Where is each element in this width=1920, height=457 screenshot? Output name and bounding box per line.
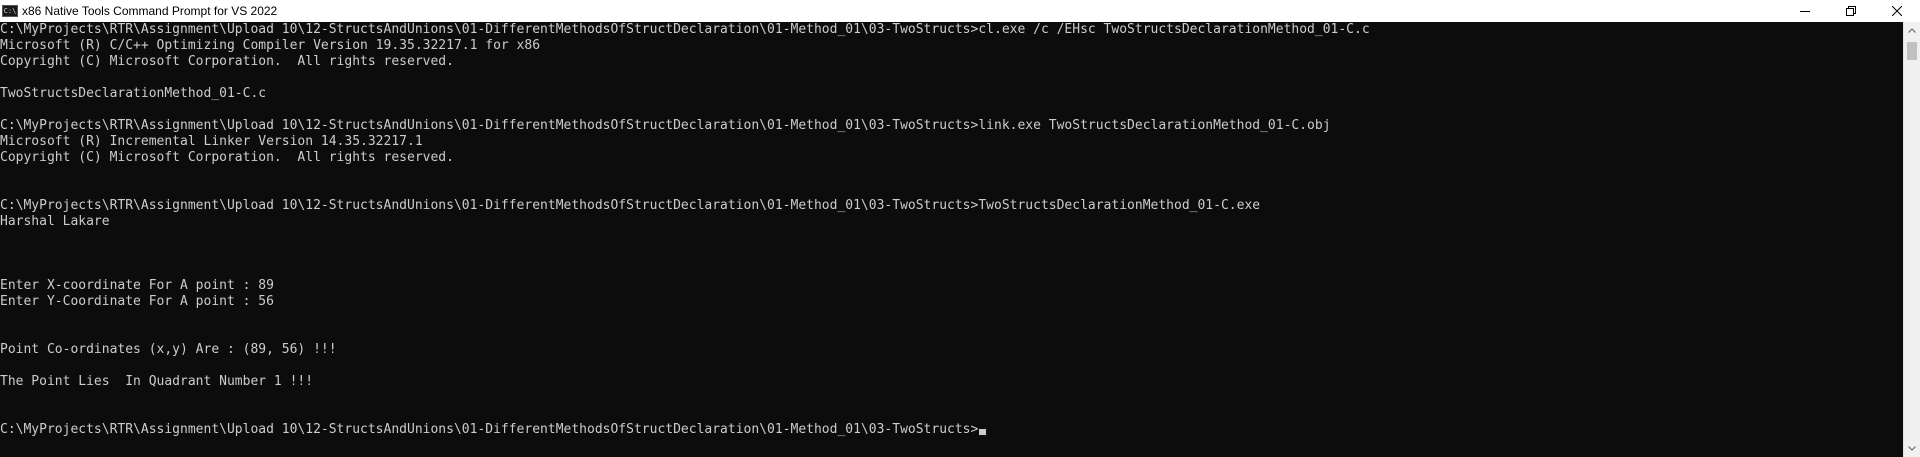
scroll-down-button[interactable] bbox=[1904, 440, 1920, 457]
restore-icon bbox=[1846, 6, 1856, 16]
chevron-up-icon bbox=[1908, 28, 1916, 33]
window-title: x86 Native Tools Command Prompt for VS 2… bbox=[22, 4, 278, 18]
vertical-scrollbar[interactable] bbox=[1903, 22, 1920, 457]
console-line: The Point Lies In Quadrant Number 1 !!! bbox=[0, 374, 1902, 390]
title-bar[interactable]: C:\ x86 Native Tools Command Prompt for … bbox=[0, 0, 1920, 22]
minimize-icon bbox=[1800, 11, 1810, 12]
console-line: Copyright (C) Microsoft Corporation. All… bbox=[0, 150, 1902, 166]
text-cursor bbox=[979, 429, 987, 435]
command-prompt-icon: C:\ bbox=[2, 5, 18, 17]
console-line: Enter X-coordinate For A point : 89 bbox=[0, 278, 1902, 294]
console-line-text: Microsoft (R) C/C++ Optimizing Compiler … bbox=[0, 38, 541, 53]
console-line: Point Co-ordinates (x,y) Are : (89, 56) … bbox=[0, 342, 1902, 358]
console-line: C:\MyProjects\RTR\Assignment\Upload 10\1… bbox=[0, 422, 1902, 438]
scroll-thumb[interactable] bbox=[1907, 42, 1917, 60]
console-line-text: C:\MyProjects\RTR\Assignment\Upload 10\1… bbox=[0, 198, 1261, 213]
console-line-text: Harshal Lakare bbox=[0, 214, 110, 229]
scroll-up-button[interactable] bbox=[1904, 22, 1920, 39]
console-line: Enter Y-Coordinate For A point : 56 bbox=[0, 294, 1902, 310]
console-line: C:\MyProjects\RTR\Assignment\Upload 10\1… bbox=[0, 198, 1902, 214]
console-line: Harshal Lakare bbox=[0, 214, 1902, 230]
console-line-text: C:\MyProjects\RTR\Assignment\Upload 10\1… bbox=[0, 22, 1370, 37]
close-icon bbox=[1892, 6, 1902, 16]
console-line-text: Microsoft (R) Incremental Linker Version… bbox=[0, 134, 423, 149]
console-line-text: Copyright (C) Microsoft Corporation. All… bbox=[0, 150, 454, 165]
console-line: C:\MyProjects\RTR\Assignment\Upload 10\1… bbox=[0, 22, 1902, 38]
console-line-text: Point Co-ordinates (x,y) Are : (89, 56) … bbox=[0, 342, 337, 357]
window-controls bbox=[1782, 0, 1920, 22]
console-line-text: TwoStructsDeclarationMethod_01-C.c bbox=[0, 86, 267, 101]
console-line-text: C:\MyProjects\RTR\Assignment\Upload 10\1… bbox=[0, 118, 1331, 133]
console-line-text: C:\MyProjects\RTR\Assignment\Upload 10\1… bbox=[0, 422, 979, 437]
console-window: C:\ x86 Native Tools Command Prompt for … bbox=[0, 0, 1920, 457]
console-line: C:\MyProjects\RTR\Assignment\Upload 10\1… bbox=[0, 118, 1902, 134]
console-line: Microsoft (R) Incremental Linker Version… bbox=[0, 134, 1902, 150]
console-line-text: The Point Lies In Quadrant Number 1 !!! bbox=[0, 374, 314, 389]
restore-button[interactable] bbox=[1828, 0, 1874, 22]
close-button[interactable] bbox=[1874, 0, 1920, 22]
minimize-button[interactable] bbox=[1782, 0, 1828, 22]
console-line-text: Enter X-coordinate For A point : 89 bbox=[0, 278, 274, 293]
console-line: TwoStructsDeclarationMethod_01-C.c bbox=[0, 86, 1902, 102]
console-line: Microsoft (R) C/C++ Optimizing Compiler … bbox=[0, 38, 1902, 54]
console-line-text: Copyright (C) Microsoft Corporation. All… bbox=[0, 54, 454, 69]
console-line: Copyright (C) Microsoft Corporation. All… bbox=[0, 54, 1902, 70]
chevron-down-icon bbox=[1908, 446, 1916, 451]
console-line-text: Enter Y-Coordinate For A point : 56 bbox=[0, 294, 274, 309]
console-output[interactable]: C:\MyProjects\RTR\Assignment\Upload 10\1… bbox=[0, 22, 1902, 457]
